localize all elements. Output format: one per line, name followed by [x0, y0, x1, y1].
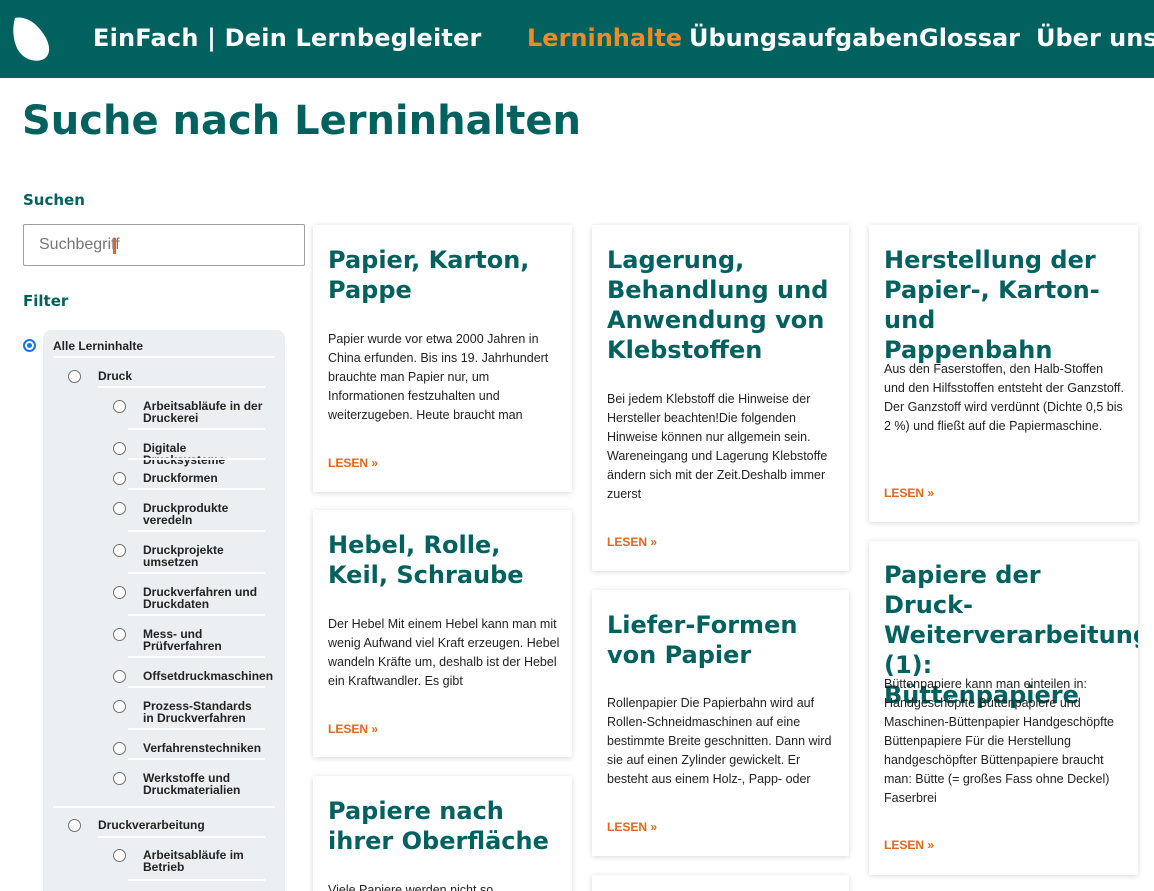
filter-item[interactable]: Digitale Drucksysteme [143, 442, 268, 466]
card-title[interactable]: Papiere nach ihrer Oberfläche [328, 796, 568, 856]
radio-verfahrenstechniken[interactable] [113, 742, 126, 755]
search-label: Suchen [23, 191, 85, 209]
content-card[interactable]: Herstellung der Papier-, Karton- und Pap… [869, 225, 1138, 522]
card-excerpt: Aus den Faserstoffen, den Halb-Stoffen u… [884, 362, 1124, 433]
card-excerpt: Bei jedem Klebstoff die Hinweise der Her… [607, 392, 828, 501]
filter-separator [128, 728, 265, 730]
page-title: Suche nach Lerninhalten [22, 98, 582, 144]
filter-item[interactable]: Druckformen [143, 472, 263, 484]
site-header: EinFach | Dein Lernbegleiter Lerninhalte… [0, 0, 1154, 78]
content-card[interactable] [592, 875, 849, 891]
radio-druckprojekte-umsetzen[interactable] [113, 544, 126, 557]
content-card[interactable]: Hebel, Rolle, Keil, Schraube Der Hebel M… [313, 510, 572, 757]
content-card[interactable]: Liefer-Formen von Papier Rollenpapier Di… [592, 590, 849, 856]
read-more-link[interactable]: LESEN » [328, 456, 378, 470]
card-excerpt: Viele Papiere werden nicht so [328, 883, 494, 891]
filter-item[interactable]: Prozess-Standards in Druckverfahren [143, 700, 263, 724]
filter-group-druck[interactable]: Druck [98, 370, 132, 382]
read-more-link[interactable]: LESEN » [607, 535, 657, 549]
read-more-link[interactable]: LESEN » [884, 486, 934, 500]
filter-separator [128, 656, 265, 658]
filter-item[interactable]: Arbeitsabläufe in der Druckerei [143, 400, 263, 424]
card-title[interactable]: Herstellung der Papier-, Karton- und Pap… [884, 245, 1106, 365]
text-cursor-marker [113, 238, 116, 254]
filter-root-label[interactable]: Alle Lerninhalte [53, 340, 143, 352]
filter-separator [128, 458, 265, 460]
radio-druckprodukte-veredeln[interactable] [113, 502, 126, 515]
filter-separator [128, 879, 265, 881]
nav-uebungsaufgaben[interactable]: Übungsaufgaben [689, 24, 919, 52]
content-card[interactable]: Papiere der Druck-Weiterverarbeitung (1)… [869, 541, 1138, 875]
read-more-link[interactable]: LESEN » [884, 838, 934, 852]
nav-glossar[interactable]: Glossar [919, 24, 1020, 52]
radio-druckverfahren-druckdaten[interactable] [113, 586, 126, 599]
radio-offsetdruckmaschinen[interactable] [113, 670, 126, 683]
card-title[interactable]: Hebel, Rolle, Keil, Schraube [328, 530, 568, 590]
filter-item[interactable]: Offsetdruckmaschinen [143, 670, 273, 682]
content-card[interactable]: Papier, Karton, Pappe Papier wurde vor e… [313, 225, 572, 492]
filter-separator [53, 806, 275, 808]
card-excerpt: Rollenpapier Die Papierbahn wird auf Rol… [607, 696, 832, 786]
filter-separator [128, 686, 265, 688]
nav-lerninhalte[interactable]: Lerninhalte [527, 24, 682, 52]
filter-item[interactable]: Druckverfahren und Druckdaten [143, 586, 263, 610]
filter-label: Filter [23, 292, 69, 310]
card-title[interactable]: Lagerung, Behandlung und Anwendung von K… [607, 245, 847, 365]
filter-item[interactable]: Arbeitsabläufe im Betrieb [143, 849, 248, 873]
radio-werkstoffe-druckmaterialien[interactable] [113, 772, 126, 785]
filter-separator [128, 572, 265, 574]
filter-separator [128, 428, 265, 430]
filter-group-druckverarbeitung[interactable]: Druckverarbeitung [98, 819, 238, 831]
leaf-drop-icon[interactable] [12, 14, 52, 62]
filter-separator [128, 488, 265, 490]
site-title[interactable]: EinFach | Dein Lernbegleiter [93, 24, 482, 52]
read-more-link[interactable]: LESEN » [607, 820, 657, 834]
filter-separator [128, 614, 265, 616]
filter-separator [98, 836, 265, 838]
radio-druck[interactable] [68, 370, 81, 383]
filter-separator [128, 758, 265, 760]
radio-druckformen[interactable] [113, 472, 126, 485]
filter-separator [128, 530, 265, 532]
content-card[interactable]: Papiere nach ihrer Oberfläche Viele Papi… [313, 776, 572, 891]
card-title[interactable]: Papier, Karton, Pappe [328, 245, 568, 305]
card-excerpt: Büttenpapiere kann man einteilen in: Han… [884, 677, 1115, 805]
radio-digitale-drucksysteme[interactable] [113, 442, 126, 455]
filter-item[interactable]: Verfahrenstechniken [143, 742, 268, 754]
radio-arbeitsablaeufe-druckerei[interactable] [113, 400, 126, 413]
card-title[interactable]: Liefer-Formen von Papier [607, 610, 847, 670]
card-excerpt: Papier wurde vor etwa 2000 Jahren in Chi… [328, 332, 549, 422]
content-card[interactable]: Lagerung, Behandlung und Anwendung von K… [592, 225, 849, 571]
filter-item[interactable]: Werkstoffe und Druckmaterialien [143, 772, 243, 796]
radio-druckverarbeitung[interactable] [68, 819, 81, 832]
filter-separator [98, 386, 265, 388]
filter-separator [53, 356, 275, 358]
card-excerpt: Der Hebel Mit einem Hebel kann man mit w… [328, 617, 560, 688]
filter-item[interactable]: Mess- und Prüfverfahren [143, 628, 223, 652]
read-more-link[interactable]: LESEN » [328, 722, 378, 736]
radio-arbeitsablaeufe-betrieb[interactable] [113, 849, 126, 862]
radio-prozess-standards[interactable] [113, 700, 126, 713]
radio-mess-pruefverfahren[interactable] [113, 628, 126, 641]
nav-ueber-uns[interactable]: Über uns [1036, 24, 1154, 52]
search-input[interactable] [23, 224, 305, 266]
radio-alle-lerninhalte[interactable] [23, 339, 36, 352]
filter-panel: Alle Lerninhalte Druck Arbeitsabläufe in… [43, 330, 285, 891]
filter-item[interactable]: Druckprodukte veredeln [143, 502, 243, 526]
filter-item[interactable]: Druckprojekte umsetzen [143, 544, 243, 568]
